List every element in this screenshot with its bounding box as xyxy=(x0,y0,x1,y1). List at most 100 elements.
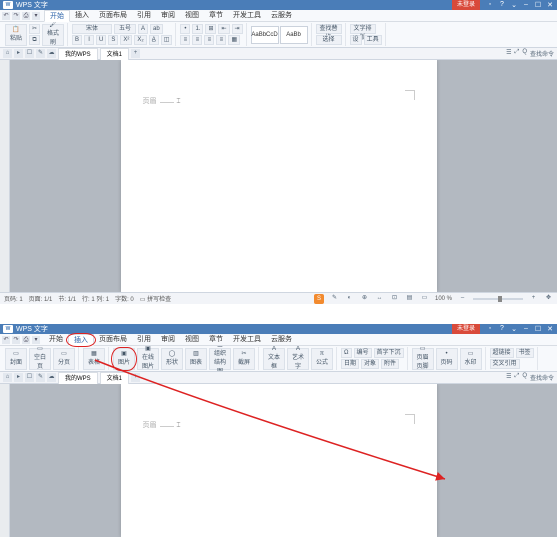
font-name-select[interactable]: 宋体 xyxy=(72,24,112,34)
shrink-font-button[interactable]: ab xyxy=(150,24,163,34)
tab-review[interactable]: 审阅 xyxy=(156,334,180,346)
new-icon[interactable]: ☐ xyxy=(25,49,34,58)
symbol-button[interactable]: Ω xyxy=(341,348,352,358)
view-print-icon[interactable]: ⊡ xyxy=(390,294,399,303)
tab-developer[interactable]: 开发工具 xyxy=(228,334,266,346)
equation-button[interactable]: π公式 xyxy=(311,348,333,370)
number-button[interactable]: 编号 xyxy=(354,348,372,358)
tab-home[interactable]: 开始 xyxy=(44,334,68,346)
tab-section[interactable]: 章节 xyxy=(204,334,228,346)
select-button[interactable]: 选择 xyxy=(316,35,342,45)
object-button[interactable]: 对象 xyxy=(361,359,379,369)
document-workspace[interactable]: 页眉 ⌶ xyxy=(0,60,557,292)
underline-button[interactable]: U xyxy=(96,35,106,45)
hyperlink-button[interactable]: 超链接 xyxy=(490,348,514,358)
smartart-button[interactable]: ▥组织结构图 xyxy=(209,348,231,370)
shapes-button[interactable]: ◯形状 xyxy=(161,348,183,370)
zoom-in-icon[interactable]: + xyxy=(529,294,538,303)
zoom-out-icon[interactable]: – xyxy=(458,294,467,303)
tab-home[interactable]: 开始 xyxy=(44,10,70,22)
page-number-button[interactable]: •页码 xyxy=(436,348,458,370)
watermark-button[interactable]: ▭水印 xyxy=(460,348,482,370)
tab-references[interactable]: 引用 xyxy=(132,334,156,346)
highlight-button[interactable]: ◫ xyxy=(161,35,173,45)
attachment-button[interactable]: 附件 xyxy=(381,359,399,369)
header-footer-button[interactable]: ▭页眉页脚 xyxy=(412,348,434,370)
home-icon[interactable]: ⌂ xyxy=(3,373,12,382)
header-area[interactable]: 页眉 ⌶ xyxy=(143,420,181,430)
wordart-button[interactable]: A艺术字 xyxy=(287,348,309,370)
fullscreen-icon[interactable]: ⤢ xyxy=(515,373,520,382)
textbox-button[interactable]: A文本框 xyxy=(263,348,285,370)
font-size-select[interactable]: 五号 xyxy=(114,24,136,34)
maximize-icon[interactable]: ☐ xyxy=(534,1,542,9)
search-command-label[interactable]: 查找命令 xyxy=(530,49,554,58)
cover-page-button[interactable]: ▭封面 xyxy=(5,348,27,370)
document-page[interactable]: 页眉 ⌶ xyxy=(121,384,437,537)
new-icon[interactable]: ☐ xyxy=(25,373,34,382)
grow-font-button[interactable]: A xyxy=(138,24,148,34)
screenshot-button[interactable]: ✂截屏 xyxy=(233,348,255,370)
login-badge[interactable]: 未登录 xyxy=(452,324,480,334)
cross-reference-button[interactable]: 交叉引用 xyxy=(490,359,520,369)
doc-tab-doc1[interactable]: 文档1 xyxy=(100,372,129,384)
strike-button[interactable]: S xyxy=(108,35,118,45)
bullet-list-button[interactable]: • xyxy=(180,24,190,34)
header-area[interactable]: 页眉 ⌶ xyxy=(143,96,181,106)
tab-cloud[interactable]: 云服务 xyxy=(266,10,297,22)
view-outline-icon[interactable]: ▤ xyxy=(405,294,414,303)
zoom-level[interactable]: 100 % xyxy=(435,296,452,302)
align-justify-button[interactable]: ≡ xyxy=(216,35,226,45)
dropdown-icon[interactable]: ⌄ xyxy=(510,325,518,333)
style-normal[interactable]: AaBbCcD xyxy=(251,26,279,44)
tab-layout[interactable]: 页面布局 xyxy=(94,334,132,346)
doc-tab-mywps[interactable]: 我的WPS xyxy=(58,372,98,384)
format-painter-button[interactable]: 🖌格式刷 xyxy=(42,24,64,46)
tab-references[interactable]: 引用 xyxy=(132,10,156,22)
status-icon[interactable]: ⊕ xyxy=(360,294,369,303)
settings-button[interactable]: 设 xyxy=(350,35,362,45)
status-icon[interactable]: ◐ xyxy=(345,294,354,303)
nav-icon[interactable]: ▸ xyxy=(14,49,23,58)
tab-developer[interactable]: 开发工具 xyxy=(228,10,266,22)
login-badge[interactable]: 未登录 xyxy=(452,0,480,10)
maximize-icon[interactable]: ☐ xyxy=(534,325,542,333)
view-mode-icon[interactable]: ☰ xyxy=(506,373,511,382)
close-icon[interactable]: ✕ xyxy=(546,1,554,9)
picture-button[interactable]: ▣图片 xyxy=(113,348,135,370)
online-picture-button[interactable]: ▣在线图片 xyxy=(137,348,159,370)
search-command-label[interactable]: 查找命令 xyxy=(530,373,554,382)
tab-layout[interactable]: 页面布局 xyxy=(94,10,132,22)
tab-review[interactable]: 审阅 xyxy=(156,10,180,22)
zoom-fit-icon[interactable]: ✥ xyxy=(544,294,553,303)
status-spellcheck[interactable]: ▭ 拼写检查 xyxy=(140,294,171,303)
font-color-button[interactable]: A̲ xyxy=(149,35,159,45)
increase-indent-button[interactable]: ⇥ xyxy=(232,24,243,34)
home-icon[interactable]: ⌂ xyxy=(3,49,12,58)
superscript-button[interactable]: X² xyxy=(120,35,132,45)
page-break-button[interactable]: ▭分页 xyxy=(53,348,75,370)
help-icon[interactable]: ◦ xyxy=(486,325,494,333)
save-icon[interactable]: ✎ xyxy=(36,373,45,382)
cloud-icon[interactable]: ☁ xyxy=(47,373,56,382)
undo-icon[interactable]: ↶ xyxy=(2,12,10,20)
align-left-button[interactable]: ≡ xyxy=(180,35,190,45)
cut-button[interactable]: ✂ xyxy=(29,24,40,34)
document-workspace[interactable]: 页眉 ⌶ xyxy=(0,384,557,537)
status-icon[interactable]: ✎ xyxy=(330,294,339,303)
tab-insert[interactable]: 插入 xyxy=(68,334,94,346)
minimize-icon[interactable]: – xyxy=(522,1,530,9)
help-icon[interactable]: ? xyxy=(498,325,506,333)
close-icon[interactable]: ✕ xyxy=(546,325,554,333)
undo-icon[interactable]: ↶ xyxy=(2,336,10,344)
subscript-button[interactable]: X₂ xyxy=(134,35,146,45)
tab-insert[interactable]: 插入 xyxy=(70,10,94,22)
multilevel-list-button[interactable]: ⊞ xyxy=(205,24,216,34)
toolbox-button[interactable]: 工具 xyxy=(364,35,382,45)
qat-more-icon[interactable]: ▾ xyxy=(32,12,40,20)
search-icon[interactable]: Q xyxy=(522,49,527,58)
redo-icon[interactable]: ↷ xyxy=(12,12,20,20)
table-button[interactable]: ▦表格 xyxy=(83,348,105,370)
style-heading1[interactable]: AaBb xyxy=(280,26,308,44)
zoom-slider[interactable] xyxy=(473,298,523,300)
